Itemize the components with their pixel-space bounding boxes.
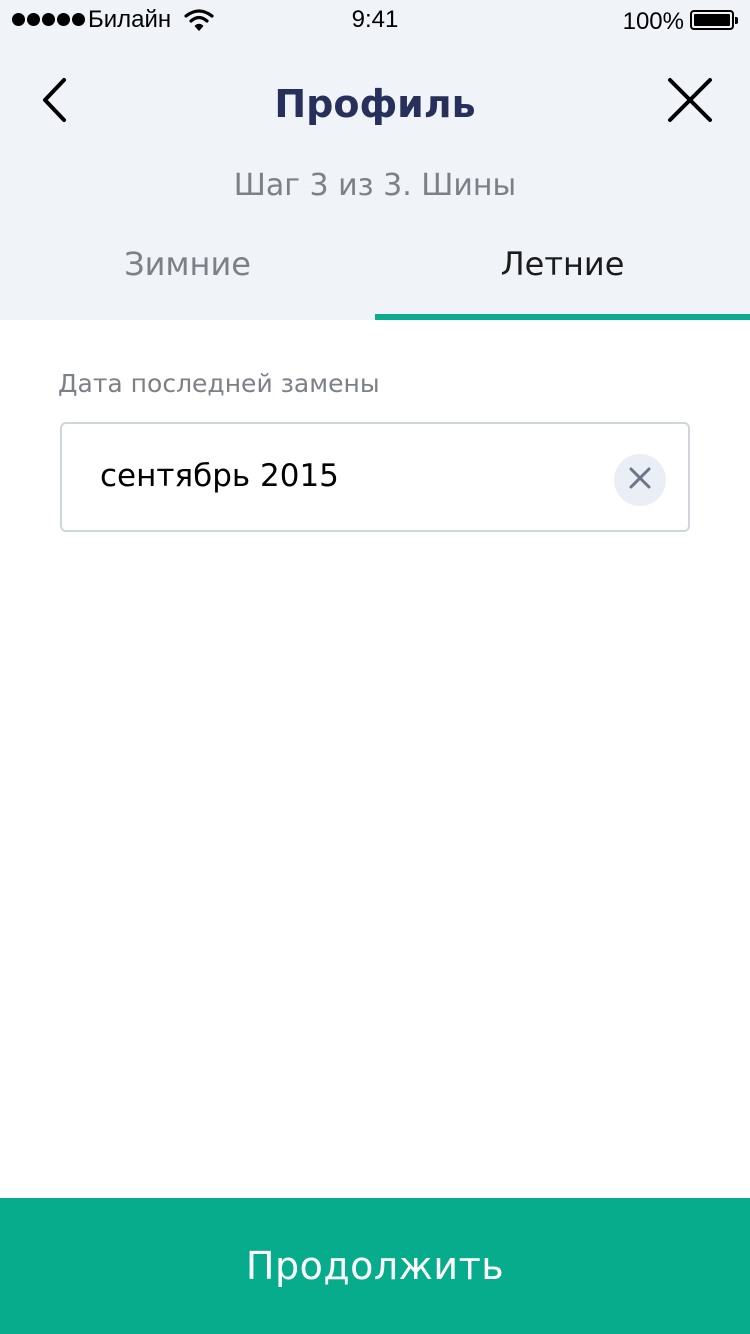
continue-button-label: Продолжить	[245, 1244, 505, 1288]
close-button[interactable]	[658, 70, 722, 134]
status-bar: Билайн 9:41 100%	[0, 0, 750, 40]
close-icon	[667, 77, 713, 127]
header: Билайн 9:41 100% Профиль Шаг 3 из 3. Шин…	[0, 0, 750, 320]
tab-summer[interactable]: Летние	[375, 230, 750, 320]
clear-icon	[629, 467, 651, 493]
active-tab-indicator	[375, 314, 750, 320]
date-field-value: сентябрь 2015	[100, 458, 339, 494]
battery-percent: 100%	[622, 8, 684, 35]
tab-winter[interactable]: Зимние	[0, 230, 375, 320]
date-field-label: Дата последней замены	[58, 369, 380, 398]
page-title: Профиль	[274, 82, 476, 126]
continue-button[interactable]: Продолжить	[0, 1198, 750, 1334]
last-replacement-date-field[interactable]: сентябрь 2015	[60, 422, 690, 532]
tab-summer-label: Летние	[500, 245, 625, 283]
clear-date-button[interactable]	[614, 454, 666, 506]
battery-icon	[690, 10, 738, 30]
tab-winter-label: Зимние	[124, 245, 251, 283]
step-subtitle: Шаг 3 из 3. Шины	[233, 168, 517, 203]
tab-bar: Зимние Летние	[0, 230, 750, 320]
